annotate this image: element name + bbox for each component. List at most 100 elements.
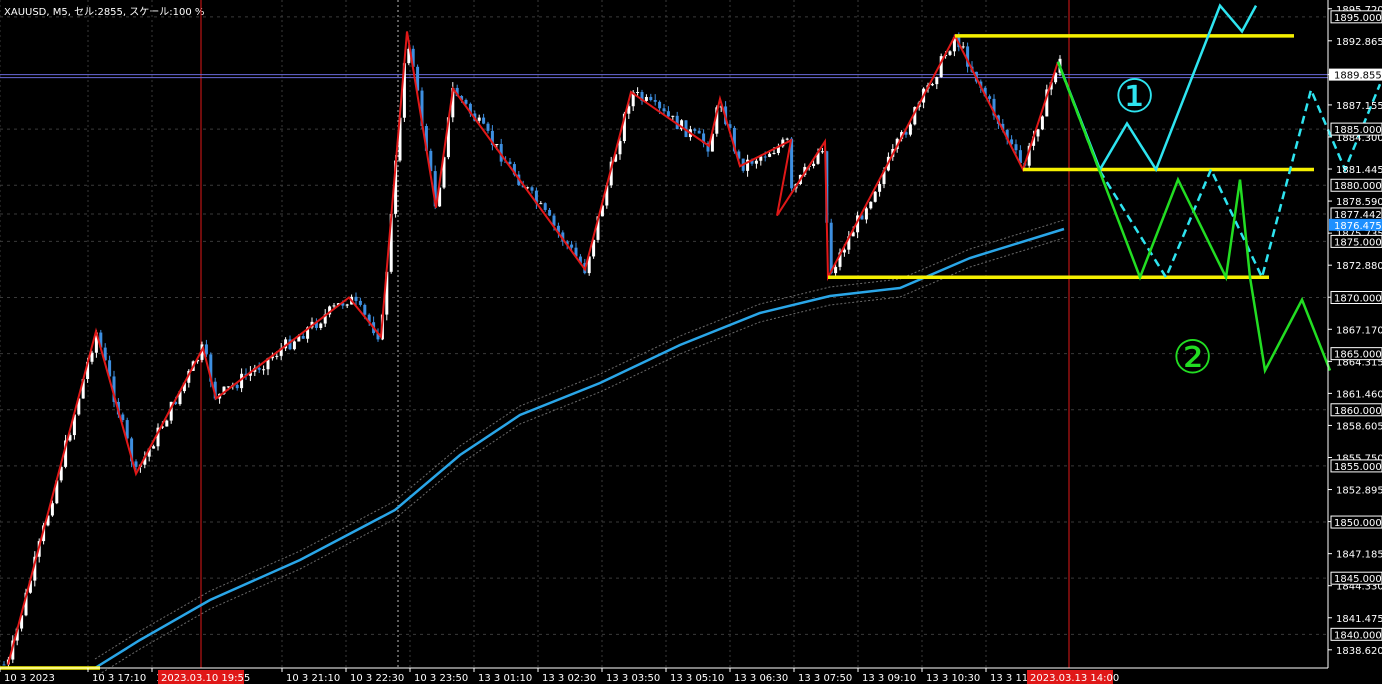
- candle-body: [948, 51, 952, 55]
- level-tag-label: 1870.000: [1334, 294, 1382, 305]
- candle-body: [653, 100, 657, 102]
- candle-body: [332, 305, 336, 307]
- candlesticks: [2, 32, 1062, 668]
- candle-body: [1036, 129, 1040, 137]
- candle-body: [930, 84, 934, 86]
- candle-body: [165, 420, 169, 427]
- candle-body: [785, 138, 789, 140]
- price-marker-label: 1889.855: [1334, 71, 1382, 82]
- candle-body: [482, 117, 486, 124]
- level-tag-label: 1850.000: [1334, 518, 1382, 529]
- candle-body: [754, 160, 758, 164]
- time-tick-label: 13 3 07:50: [798, 673, 852, 684]
- candle-body: [763, 156, 767, 158]
- candle-body: [834, 266, 838, 274]
- time-tick-label: 10 3 22:30: [350, 673, 404, 684]
- candle-body: [1014, 144, 1018, 151]
- moving-average-path: [94, 227, 1065, 670]
- candle-body: [477, 117, 481, 121]
- candle-body: [539, 203, 543, 205]
- moving-average-envelope: [94, 219, 1065, 678]
- candle-body: [671, 115, 675, 117]
- time-tick-label: 13 3 05:10: [670, 673, 724, 684]
- time-tick-label: 13 3 10:30: [926, 673, 980, 684]
- candle-body: [543, 203, 547, 210]
- candle-body: [152, 446, 156, 449]
- level-tag-label: 1875.000: [1334, 237, 1382, 248]
- level-tag-label: 1855.000: [1334, 462, 1382, 473]
- candle-body: [878, 184, 882, 192]
- candle-body: [935, 77, 939, 85]
- scenario-1-label: ①: [1114, 69, 1155, 123]
- time-tick-label: 13 3 02:30: [542, 673, 596, 684]
- candle-body: [812, 163, 816, 166]
- candle-body: [530, 187, 534, 191]
- candle-body: [618, 141, 622, 155]
- level-tag-label: 1880.000: [1334, 181, 1382, 192]
- price-tick-label: 1861.460: [1336, 389, 1382, 400]
- candle-body: [486, 123, 490, 131]
- candle-body: [662, 108, 666, 112]
- candle-body: [292, 341, 296, 350]
- candle-body: [658, 101, 662, 109]
- level-tag-label: 1865.000: [1334, 350, 1382, 361]
- time-tick-label: 13 3 01:10: [478, 673, 532, 684]
- candle-body: [1040, 116, 1044, 130]
- scenario-2-path: [1056, 61, 1332, 375]
- candle-body: [570, 244, 574, 248]
- price-tick-label: 1858.605: [1336, 421, 1382, 432]
- envelope-upper: [94, 219, 1065, 660]
- candle-body: [464, 99, 468, 104]
- candle-body: [636, 92, 640, 94]
- candle-body: [548, 209, 552, 216]
- zigzag-line: [7, 31, 1059, 665]
- candle-body: [649, 96, 653, 101]
- scenario-2-label: ②: [1172, 330, 1213, 384]
- moving-average-line: [94, 227, 1065, 670]
- candle-body: [908, 124, 912, 135]
- candle-body: [873, 191, 877, 202]
- candle-body: [820, 151, 824, 153]
- candle-body: [864, 208, 868, 220]
- price-axis[interactable]: 1895.7201892.8651889.8551887.1551884.300…: [1327, 0, 1382, 668]
- candle-body: [772, 152, 776, 154]
- candle-body: [354, 296, 358, 301]
- price-tick-label: 1841.475: [1336, 614, 1382, 625]
- time-tick-label: 10 3 17:10: [92, 673, 146, 684]
- candle-body: [869, 201, 873, 209]
- level-tag-label: 1840.000: [1334, 630, 1382, 641]
- candle-body: [345, 304, 349, 306]
- time-tick-label: 13 3 06:30: [734, 673, 788, 684]
- candle-body: [829, 222, 833, 274]
- candle-body: [644, 96, 648, 101]
- price-tick-label: 1887.155: [1336, 101, 1382, 112]
- candle-body: [235, 384, 239, 389]
- level-tag-label: 1860.000: [1334, 406, 1382, 417]
- candle-body: [134, 461, 138, 467]
- date-tag-label: 2023.03.13 14:00: [1030, 673, 1119, 684]
- time-tick-label: 13 3 09:10: [862, 673, 916, 684]
- price-tick-label: 1867.170: [1336, 325, 1382, 336]
- scenario-labels: ①②: [1114, 69, 1213, 384]
- price-tick-label: 1852.895: [1336, 486, 1382, 497]
- candle-body: [697, 130, 701, 134]
- time-axis[interactable]: 10 3 202310 3 17:1010 3 110 3 21:1010 3 …: [0, 667, 1328, 684]
- candle-body: [961, 46, 965, 48]
- candle-body: [495, 144, 499, 146]
- candle-body: [319, 323, 323, 328]
- envelope-lower: [94, 237, 1065, 678]
- candle-body: [358, 300, 362, 305]
- price-tick-label: 1838.620: [1336, 646, 1382, 657]
- time-tick-label: 10 3 23:50: [414, 673, 468, 684]
- zigzag-path: [7, 31, 1059, 665]
- candle-body: [121, 414, 125, 421]
- time-tick-label: 10 3 21:10: [286, 673, 340, 684]
- price-tick-label: 1892.865: [1336, 37, 1382, 48]
- price-chart[interactable]: ①② 1895.7201892.8651889.8551887.1551884.…: [0, 0, 1382, 684]
- candle-body: [301, 336, 305, 339]
- horizontal-levels: [0, 34, 1314, 670]
- time-tick-label: 13 3 03:50: [606, 673, 660, 684]
- level-tag-label: 1895.000: [1334, 13, 1382, 24]
- scenario-1-path: [1056, 3, 1258, 173]
- price-tick-label: 1872.880: [1336, 261, 1382, 272]
